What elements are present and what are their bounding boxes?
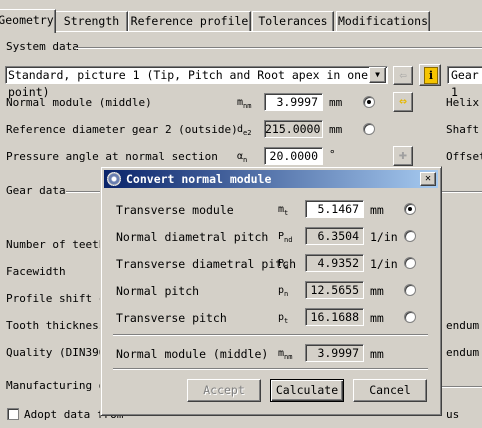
transverse-pitch-symbol: pt: [278, 312, 289, 325]
shaft-label: Shaft: [446, 123, 480, 136]
reference-diameter-label: Reference diameter gear 2 (outside): [6, 123, 238, 136]
convert-button[interactable]: ⇔: [393, 92, 413, 112]
gear-data-label: Gear data: [6, 184, 66, 197]
adopt-data-checkbox[interactable]: [7, 408, 19, 420]
normal-diametral-pitch-label: Normal diametral pitch: [116, 230, 269, 244]
tooth-thickness-label: Tooth thickness: [6, 319, 106, 332]
result-normal-module-label: Normal module (middle): [116, 347, 269, 361]
normal-diametral-pitch-symbol: Pnd: [278, 231, 293, 244]
manufacturing-right-label: us: [446, 408, 460, 421]
dialog-divider-2: [113, 368, 428, 370]
transverse-module-label: Transverse module: [116, 203, 234, 217]
gear-select[interactable]: Gear 1: [447, 66, 482, 99]
back-arrow-icon[interactable]: ⇦: [393, 66, 413, 85]
manufacturing-label: Manufacturing da: [6, 379, 112, 392]
addendum-label-2: endum c: [446, 346, 482, 359]
normal-module-input[interactable]: 3.9997: [264, 93, 323, 111]
normal-diametral-pitch-field[interactable]: 6.3504: [305, 227, 364, 245]
double-arrow-icon: ⇔: [399, 94, 407, 109]
transverse-diametral-pitch-unit: 1/in: [370, 257, 398, 271]
result-normal-module-field[interactable]: 3.9997: [305, 344, 364, 362]
reference-diameter-unit: mm: [329, 123, 343, 136]
transverse-pitch-label: Transverse pitch: [116, 311, 227, 325]
convert-normal-module-dialog: Convert normal module ✕ Transverse modul…: [100, 166, 442, 416]
system-data-label: System data: [6, 40, 79, 53]
tab-geometry[interactable]: Geometry: [0, 9, 56, 33]
result-normal-module-unit: mm: [370, 347, 384, 361]
quality-label: Quality (DIN3965: [6, 346, 112, 359]
transverse-diametral-pitch-field[interactable]: 4.9352: [305, 254, 364, 272]
addendum-label-1: endum c: [446, 319, 482, 332]
normal-pitch-symbol: pn: [278, 285, 289, 298]
cancel-button[interactable]: Cancel: [353, 379, 427, 402]
normal-pitch-unit: mm: [370, 284, 384, 298]
pressure-angle-input[interactable]: 20.0000: [264, 147, 323, 165]
info-icon: i: [424, 67, 438, 84]
reference-diameter-radio[interactable]: [363, 123, 375, 135]
tab-bar: Geometry Strength Reference profile Tole…: [0, 0, 482, 33]
transverse-module-symbol: mt: [278, 204, 289, 217]
chevron-down-icon[interactable]: ▼: [369, 67, 386, 83]
transverse-module-radio[interactable]: [404, 203, 416, 215]
transverse-diametral-pitch-radio[interactable]: [404, 257, 416, 269]
info-button[interactable]: i: [419, 64, 441, 86]
normal-module-symbol: mnm: [237, 97, 252, 110]
tab-strength[interactable]: Strength: [55, 11, 128, 31]
pressure-angle-unit: °: [329, 148, 336, 161]
reference-diameter-symbol: de2: [237, 124, 252, 137]
accept-button[interactable]: Accept: [187, 379, 261, 402]
gear-select-value: Gear 1: [451, 68, 479, 99]
normal-diametral-pitch-unit: 1/in: [370, 230, 398, 244]
facewidth-label: Facewidth: [6, 265, 66, 278]
number-of-teeth-label: Number of teeth: [6, 238, 106, 251]
dialog-divider: [113, 334, 428, 336]
helix-label: Helix: [446, 96, 480, 109]
app-gear-icon: [107, 172, 121, 186]
dialog-title: Convert normal module: [126, 172, 272, 186]
plus-icon[interactable]: ✚: [393, 146, 413, 166]
result-normal-module-symbol: mnm: [278, 348, 293, 361]
normal-pitch-field[interactable]: 12.5655: [305, 281, 364, 299]
normal-diametral-pitch-radio[interactable]: [404, 230, 416, 242]
transverse-pitch-field[interactable]: 16.1688: [305, 308, 364, 326]
reference-diameter-field[interactable]: 215.0000: [264, 120, 323, 138]
normal-module-radio[interactable]: [363, 96, 375, 108]
offset-label: Offset: [446, 150, 482, 163]
normal-pitch-label: Normal pitch: [116, 284, 200, 298]
profile-shift-label: Profile shift co: [6, 292, 112, 305]
transverse-module-input[interactable]: 5.1467: [305, 200, 364, 218]
tab-reference-profile[interactable]: Reference profile: [128, 11, 251, 31]
transverse-diametral-pitch-label: Transverse diametral pitch: [116, 257, 297, 271]
tab-modifications[interactable]: Modifications: [336, 11, 430, 31]
dialog-titlebar[interactable]: Convert normal module ✕: [104, 170, 438, 188]
transverse-pitch-unit: mm: [370, 311, 384, 325]
pressure-angle-symbol: αn: [237, 151, 248, 164]
close-icon[interactable]: ✕: [420, 172, 436, 186]
normal-module-unit: mm: [329, 96, 343, 109]
transverse-diametral-pitch-symbol: Pd: [278, 258, 289, 271]
calculate-button[interactable]: Calculate: [270, 379, 344, 402]
transverse-pitch-radio[interactable]: [404, 311, 416, 323]
system-type-select[interactable]: Standard, picture 1 (Tip, Pitch and Root…: [5, 66, 388, 99]
tab-tolerances[interactable]: Tolerances: [252, 11, 334, 31]
transverse-module-unit: mm: [370, 203, 384, 217]
normal-module-label: Normal module (middle): [6, 96, 152, 109]
normal-pitch-radio[interactable]: [404, 284, 416, 296]
pressure-angle-label: Pressure angle at normal section: [6, 150, 218, 163]
